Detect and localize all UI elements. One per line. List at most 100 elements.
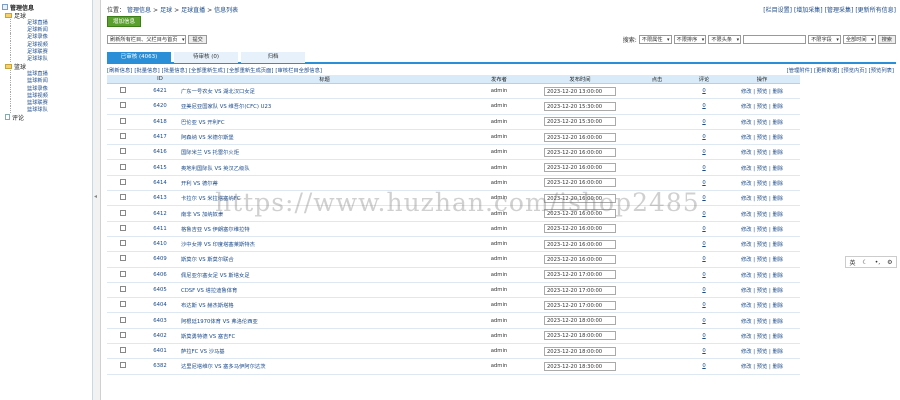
tab-pending[interactable]: 待审核 (0) — [174, 52, 238, 63]
row-comments-link[interactable]: 0 — [702, 363, 705, 369]
row-checkbox[interactable] — [120, 347, 126, 354]
row-id[interactable]: 6413 — [139, 190, 181, 207]
row-time-input[interactable]: 2023-12-20 16:00:00 — [544, 209, 616, 219]
row-time-input[interactable]: 2023-12-20 18:00:00 — [544, 316, 616, 326]
row-time-input[interactable]: 2023-12-20 16:00:00 — [544, 178, 616, 188]
tree-item[interactable]: 篮球视频 — [10, 91, 90, 99]
row-comments-link[interactable]: 0 — [702, 348, 705, 354]
tree-group-basketball[interactable]: 篮球 — [2, 62, 90, 71]
tree-item[interactable]: 足球视频 — [10, 40, 90, 48]
row-comments-link[interactable]: 0 — [702, 318, 705, 324]
moon-icon[interactable]: ☾ — [862, 259, 867, 266]
row-ops-links[interactable]: 修改 | 预览 | 删除 — [741, 196, 783, 202]
row-ops-links[interactable]: 修改 | 预览 | 删除 — [741, 273, 783, 279]
row-ops-links[interactable]: 修改 | 预览 | 删除 — [741, 135, 783, 141]
row-title-link[interactable]: 达里尼塔维尔 VS 塞多马伊阿尔达茨 — [181, 358, 468, 375]
field-select[interactable]: 不限字段 — [808, 34, 841, 44]
row-comments-link[interactable]: 0 — [702, 333, 705, 339]
row-comments-link[interactable]: 0 — [702, 88, 705, 94]
row-title-link[interactable]: 沙中女排 VS 印度塔塞莱斯特杰 — [181, 236, 468, 253]
tree-item[interactable]: 篮球录像 — [10, 84, 90, 92]
row-ops-links[interactable]: 修改 | 预览 | 删除 — [741, 303, 783, 309]
search-input[interactable] — [743, 34, 807, 44]
breadcrumb-link[interactable]: 信息列表 — [214, 7, 238, 14]
row-comments-link[interactable]: 0 — [702, 165, 705, 171]
row-ops-links[interactable]: 修改 | 预览 | 删除 — [741, 242, 783, 248]
row-ops-links[interactable]: 修改 | 预览 | 删除 — [741, 349, 783, 355]
column-settings-link[interactable]: [栏目设置] — [763, 7, 792, 14]
row-ops-links[interactable]: 修改 | 预览 | 删除 — [741, 181, 783, 187]
action-link[interactable]: [审核栏目全部信息] — [275, 68, 322, 74]
row-checkbox[interactable] — [120, 331, 126, 338]
row-id[interactable]: 6401 — [139, 343, 181, 360]
row-title-link[interactable]: 阿根廷1970体育 VS 弗洛伦西亚 — [181, 312, 468, 329]
row-checkbox[interactable] — [120, 316, 126, 323]
ime-lang-toggle[interactable]: 英 — [849, 258, 855, 267]
row-title-link[interactable]: 开利 VS 德尔蒂 — [181, 175, 468, 192]
row-id[interactable]: 6412 — [139, 205, 181, 222]
row-ops-links[interactable]: 修改 | 预览 | 删除 — [741, 104, 783, 110]
row-id[interactable]: 6402 — [139, 328, 181, 345]
row-ops-links[interactable]: 修改 | 预览 | 删除 — [741, 288, 783, 294]
row-checkbox[interactable] — [120, 224, 126, 231]
row-id[interactable]: 6382 — [139, 358, 181, 375]
row-title-link[interactable]: 卡拉尔 VS 米拉塔塞纳FC — [181, 190, 468, 207]
row-title-link[interactable]: 布达斯 VS 赫杰斯塔格 — [181, 297, 468, 314]
row-title-link[interactable]: 广东一号农女 VS 湖北汉口女足 — [181, 83, 468, 100]
tree-item[interactable]: 足球新闻 — [10, 26, 90, 34]
row-checkbox[interactable] — [120, 148, 126, 155]
refresh-submit-button[interactable]: 提交 — [188, 34, 207, 44]
row-time-input[interactable]: 2023-12-20 16:00:00 — [544, 254, 616, 264]
row-checkbox[interactable] — [120, 362, 126, 369]
row-time-input[interactable]: 2023-12-20 17:00:00 — [544, 285, 616, 295]
row-id[interactable]: 6409 — [139, 251, 181, 268]
row-ops-links[interactable]: 修改 | 预览 | 删除 — [741, 257, 783, 263]
row-checkbox[interactable] — [120, 209, 126, 216]
row-title-link[interactable]: 斯莫勇特德 VS 塞吉FC — [181, 328, 468, 345]
col-time[interactable]: 发布时间 — [530, 75, 630, 84]
headline-select[interactable]: 不限头条 — [708, 34, 742, 44]
row-time-input[interactable]: 2023-12-20 13:00:00 — [544, 86, 616, 96]
row-checkbox[interactable] — [120, 301, 126, 308]
action-link[interactable]: [刷新信息] — [107, 68, 132, 74]
row-time-input[interactable]: 2023-12-20 16:00:00 — [544, 224, 616, 234]
row-checkbox[interactable] — [120, 87, 126, 94]
row-comments-link[interactable]: 0 — [702, 119, 705, 125]
row-id[interactable]: 6414 — [139, 175, 181, 192]
row-time-input[interactable]: 2023-12-20 16:00:00 — [544, 239, 616, 249]
sidebar-splitter[interactable]: ◂ — [93, 0, 101, 400]
tab-approved[interactable]: 已审核 (4063) — [107, 52, 171, 63]
tree-item[interactable]: 篮球联赛 — [10, 98, 90, 107]
row-comments-link[interactable]: 0 — [702, 180, 705, 186]
row-title-link[interactable]: 阿森纳 VS 米德尔斯堡 — [181, 129, 468, 146]
action-link[interactable]: [全部重新生成] — [189, 68, 225, 74]
row-comments-link[interactable]: 0 — [702, 256, 705, 262]
row-id[interactable]: 6411 — [139, 221, 181, 237]
row-title-link[interactable]: 巴伦亚 VS 开利FC — [181, 114, 468, 130]
action-link[interactable]: [批量信息] — [134, 68, 159, 74]
row-time-input[interactable]: 2023-12-20 16:00:00 — [544, 132, 616, 142]
row-id[interactable]: 6403 — [139, 312, 181, 329]
row-id[interactable]: 6420 — [139, 98, 181, 115]
row-checkbox[interactable] — [120, 240, 126, 247]
action-link[interactable]: [预览列表] — [869, 68, 894, 74]
row-comments-link[interactable]: 0 — [702, 302, 705, 308]
row-comments-link[interactable]: 0 — [702, 149, 705, 155]
row-id[interactable]: 6415 — [139, 159, 181, 176]
tree-group-football[interactable]: 足球 — [2, 11, 90, 20]
row-ops-links[interactable]: 修改 | 预览 | 删除 — [741, 319, 783, 325]
row-title-link[interactable]: 亚美尼亚国家队 VS 维吾尔(CFC) U23 — [181, 98, 468, 115]
row-checkbox[interactable] — [120, 270, 126, 277]
row-id[interactable]: 6405 — [139, 282, 181, 299]
row-id[interactable]: 6406 — [139, 267, 181, 283]
row-time-input[interactable]: 2023-12-20 18:00:00 — [544, 331, 616, 341]
order-select[interactable]: 不限排序 — [673, 34, 707, 44]
collapse-arrow-icon[interactable]: ◂ — [94, 193, 97, 200]
tree-item-comments[interactable]: 评论 — [2, 113, 90, 122]
tree-item[interactable]: 足球直播 — [10, 19, 90, 27]
row-comments-link[interactable]: 0 — [702, 287, 705, 293]
col-clicks[interactable]: 点击 — [630, 75, 684, 84]
row-id[interactable]: 6421 — [139, 83, 181, 100]
row-time-input[interactable]: 2023-12-20 18:30:00 — [544, 361, 616, 371]
row-title-link[interactable]: 斯莫尔 VS 斯莫尔联合 — [181, 251, 468, 268]
